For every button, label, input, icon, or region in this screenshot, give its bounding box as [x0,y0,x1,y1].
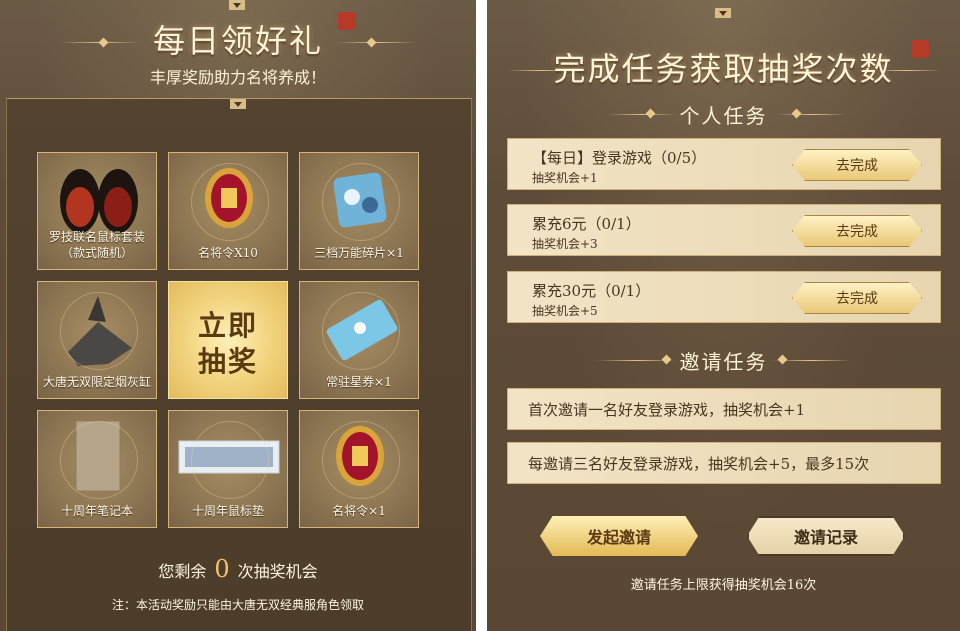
event-note: 注：本活动奖励只能由大唐无双经典服角色领取 [111,598,364,612]
task-reward: 抽奖机会+3 [532,237,598,251]
prize-label: 大唐无双限定烟灰缸 [42,375,151,389]
invite-record-button[interactable]: 邀请记录 [747,516,905,556]
go-complete-button[interactable]: 去完成 [792,282,922,314]
collapse-arrow-icon[interactable] [715,8,731,18]
draw-now-label[interactable]: 立即 抽奖 [169,308,287,380]
prize-cell-token-10: 名将令X10 [168,152,288,270]
task-name: 累充6元（0/1） [532,215,641,233]
remaining-count: 0 [214,555,230,583]
remaining-draws: 您剩余 0 次抽奖机会 [0,555,476,583]
ring-ornament [60,421,138,499]
ring-ornament [322,421,400,499]
collapse-arrow-icon[interactable] [230,99,246,109]
invite-task-row: 首次邀请一名好友登录游戏，抽奖机会+1 [507,388,941,430]
ring-ornament [191,421,269,499]
prize-grid-container: 罗技联名鼠标套装 （款式随机） 名将令X10 三档万能碎片×1 大唐无双限定烟灰… [6,98,472,631]
red-seal-icon [911,40,929,58]
invite-task-heading: 邀请任务 [679,350,768,374]
prize-label: 名将令×1 [332,504,386,518]
ring-ornament [191,163,269,241]
task-panel: 完成任务获取抽奖次数 个人任务 【每日】登录游戏（0/5） 抽奖机会+1 去完成… [487,0,960,631]
invite-limit-note: 邀请任务上限获得抽奖机会16次 [630,578,817,593]
task-name: 累充30元（0/1） [532,282,651,300]
task-reward: 抽奖机会+5 [532,304,598,318]
personal-task-heading: 个人任务 [679,104,768,128]
red-seal-icon [338,12,356,30]
prize-cell-notebook: 十周年笔记本 [37,410,157,528]
prize-label: 常驻星券×1 [326,375,392,389]
prize-label: 三档万能碎片×1 [314,246,404,260]
prize-cell-mouse-set: 罗技联名鼠标套装 （款式随机） [37,152,157,270]
task-row: 累充30元（0/1） 抽奖机会+5 去完成 [507,271,941,323]
daily-gift-panel: 每日领好礼 丰厚奖励助力名将养成！ 罗技联名鼠标套装 （款式随机） 名将令X10 [0,0,476,631]
draw-now-button[interactable]: 立即 抽奖 [168,281,288,399]
prize-cell-fragment: 三档万能碎片×1 [299,152,419,270]
ring-ornament [322,163,400,241]
task-row: 【每日】登录游戏（0/5） 抽奖机会+1 去完成 [507,138,941,190]
collapse-arrow-icon[interactable] [229,0,245,10]
prize-label: 名将令X10 [198,246,258,260]
prize-cell-mousepad: 十周年鼠标垫 [168,410,288,528]
remaining-prefix: 您剩余 [158,562,207,581]
task-row: 累充6元（0/1） 抽奖机会+3 去完成 [507,204,941,256]
ring-ornament [60,292,138,370]
ring-ornament [322,292,400,370]
prize-label: 十周年笔记本 [60,504,133,518]
prize-label: 罗技联名鼠标套装 （款式随机） [48,230,145,260]
prize-cell-ashtray: 大唐无双限定烟灰缸 [37,281,157,399]
invite-task-row: 每邀请三名好友登录游戏，抽奖机会+5，最多15次 [507,442,941,484]
go-complete-button[interactable]: 去完成 [792,149,922,181]
prize-cell-ticket: 常驻星券×1 [299,281,419,399]
send-invite-button[interactable]: 发起邀请 [540,516,698,556]
page-subtitle: 丰厚奖励助力名将养成！ [149,68,326,87]
prize-label: 十周年鼠标垫 [191,504,264,518]
page-title: 每日领好礼 [152,22,323,60]
task-name: 【每日】登录游戏（0/5） [532,149,707,167]
remaining-suffix: 次抽奖机会 [237,562,318,581]
task-reward: 抽奖机会+1 [532,171,598,185]
go-complete-button[interactable]: 去完成 [792,215,922,247]
prize-cell-token-1: 名将令×1 [299,410,419,528]
task-title: 完成任务获取抽奖次数 [553,50,894,88]
